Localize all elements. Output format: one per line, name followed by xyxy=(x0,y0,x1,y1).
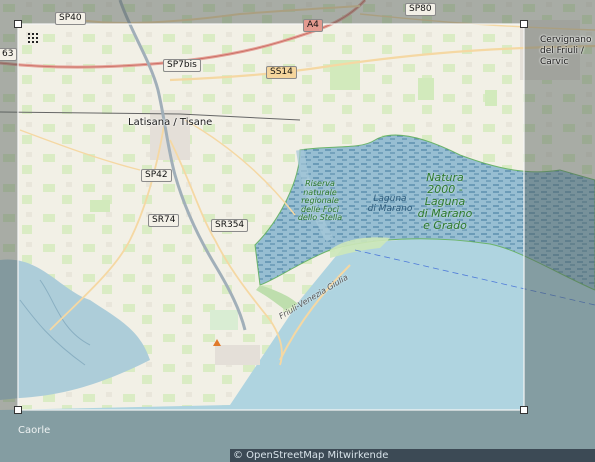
selection-handle-top-right[interactable] xyxy=(520,20,528,28)
road-label-sr354: SR354 xyxy=(211,219,249,232)
road-label-sr74: SR74 xyxy=(148,214,180,227)
road-label-sp42: SP42 xyxy=(141,169,172,182)
reserve-foci-stella-label: Riserva naturale regionale delle Foci de… xyxy=(297,179,343,222)
map-stage: SP40 SP80 A4 SP7bis SS14 SP42 SR74 SR354… xyxy=(0,0,595,462)
place-cervignano: Cervignano del Friuli / Carvic xyxy=(540,35,592,67)
grid-icon[interactable] xyxy=(28,33,38,43)
road-label-sp7bis: SP7bis xyxy=(163,59,201,72)
lagoon-label: Laguna di Marano xyxy=(367,194,413,214)
poi-marker[interactable] xyxy=(213,339,221,346)
selection-handle-bottom-right[interactable] xyxy=(520,406,528,414)
selection-handle-top-left[interactable] xyxy=(14,20,22,28)
road-label-sp40: SP40 xyxy=(55,12,86,25)
place-caorle: Caorle xyxy=(18,425,51,436)
place-latisana: Latisana / Tisane xyxy=(128,117,213,128)
map-canvas[interactable] xyxy=(0,0,595,462)
road-label-ss14: SS14 xyxy=(266,66,297,79)
road-label-a4: A4 xyxy=(303,19,323,32)
road-label-sp80: SP80 xyxy=(405,3,436,16)
reserve-natura2000-label: Natura 2000 - Laguna di Marano e Grado xyxy=(417,171,473,232)
selection-handle-bottom-left[interactable] xyxy=(14,406,22,414)
road-label-edge: 63 xyxy=(0,48,18,61)
map-attribution[interactable]: © OpenStreetMap Mitwirkende xyxy=(230,449,595,462)
